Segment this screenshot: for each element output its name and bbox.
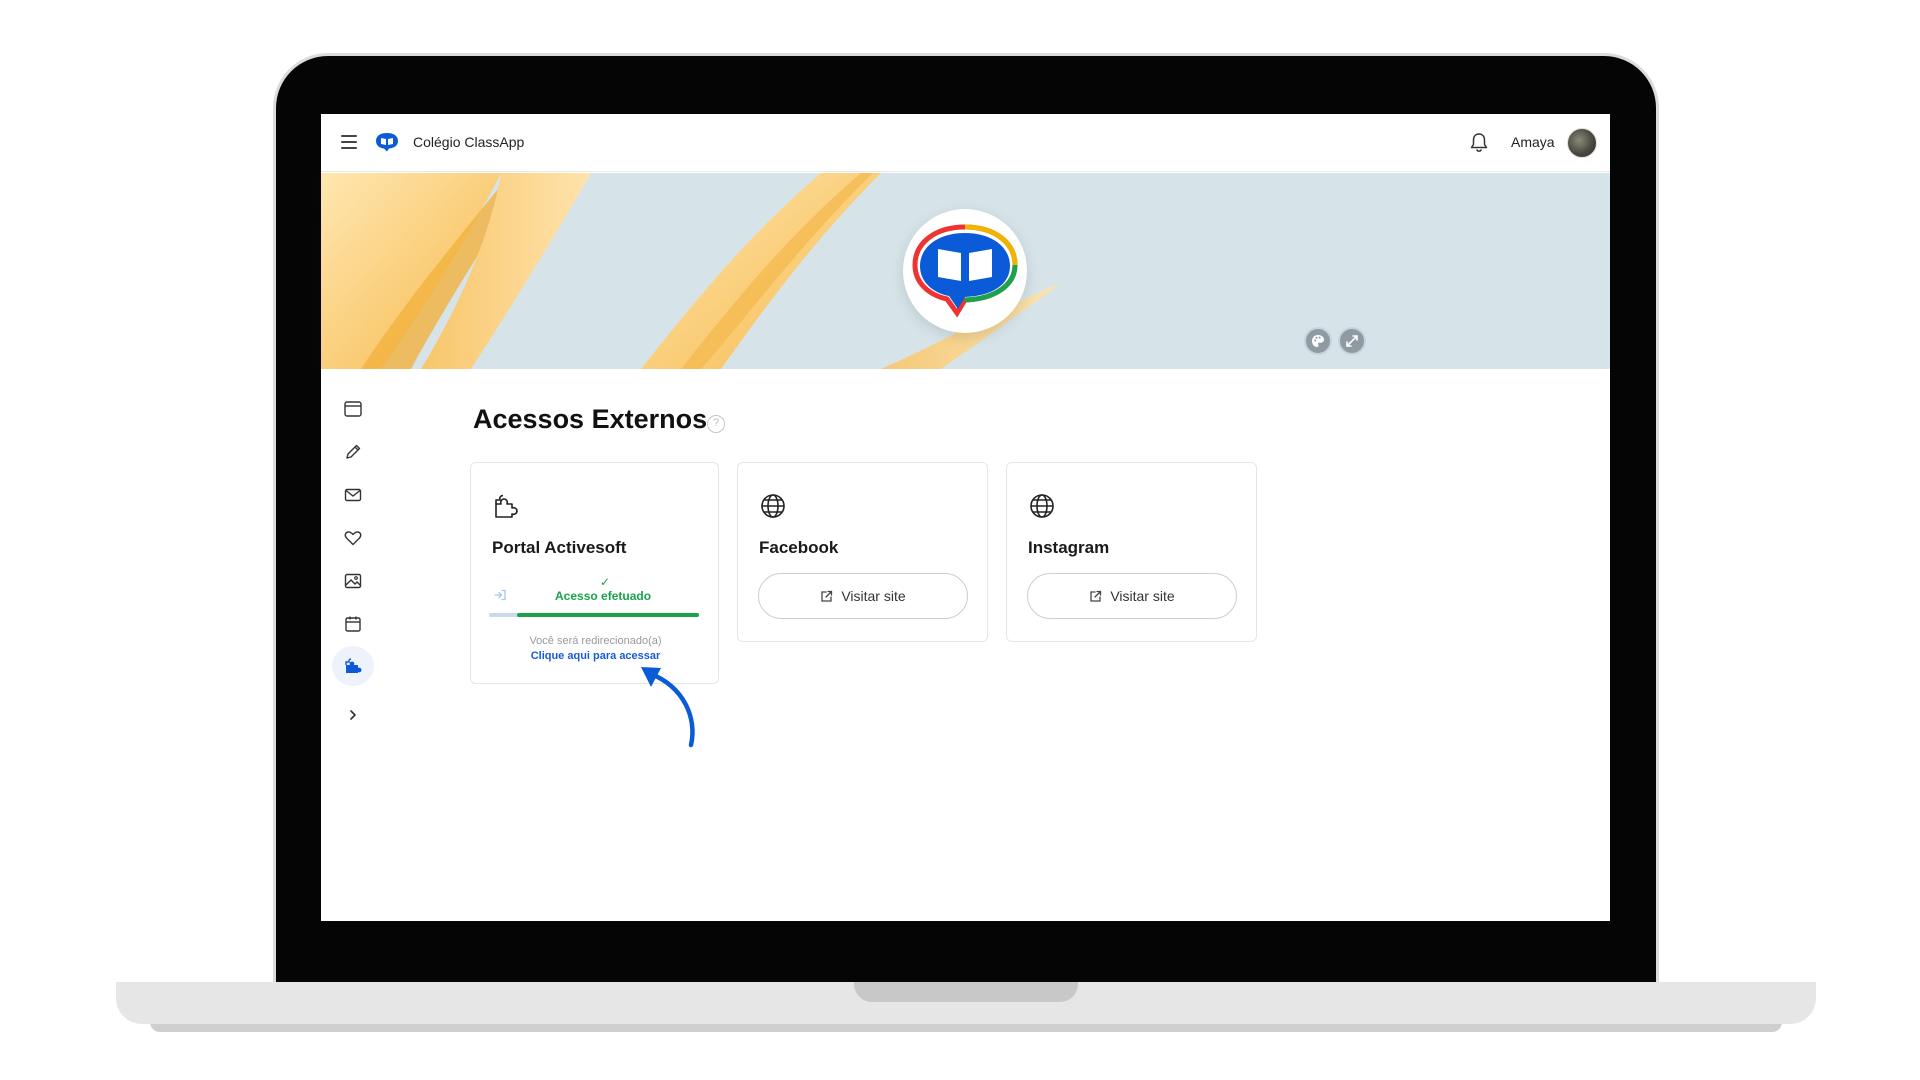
top-bar: Colégio ClassApp Amaya <box>321 114 1610 172</box>
user-name[interactable]: Amaya <box>1511 134 1555 150</box>
browser-window-icon <box>344 401 362 417</box>
cover-banner <box>321 173 1610 369</box>
page-title: Acessos Externos <box>473 404 708 434</box>
calendar-icon <box>345 616 361 632</box>
chevron-right-icon <box>350 710 356 720</box>
card-facebook: Facebook Visitar site <box>737 462 988 642</box>
sidebar-item-image[interactable] <box>332 561 374 601</box>
palette-button[interactable] <box>1304 327 1332 355</box>
card-instagram: Instagram Visitar site <box>1006 462 1257 642</box>
card-title: Facebook <box>759 538 839 557</box>
puzzle-icon <box>345 658 362 673</box>
expand-button[interactable] <box>1338 327 1366 355</box>
expand-icon <box>1346 335 1358 347</box>
external-link-icon <box>821 590 833 602</box>
globe-icon <box>1030 494 1054 518</box>
login-icon <box>494 589 506 601</box>
palette-icon <box>1312 335 1324 347</box>
sidebar-item-browser[interactable] <box>332 389 374 429</box>
card-portal-activesoft[interactable]: Portal Activesoft ✓ Acesso efetuado Você… <box>470 462 719 684</box>
school-logo <box>903 209 1027 333</box>
school-logo-icon <box>912 224 1018 318</box>
check-icon: ✓ <box>600 575 611 589</box>
puzzle-icon <box>495 494 518 518</box>
avatar[interactable] <box>1567 128 1597 158</box>
progress-fill <box>517 613 699 617</box>
status-text: Acesso efetuado <box>555 589 652 603</box>
redirect-text: Você será redirecionado(a) <box>529 635 662 647</box>
visit-site-button[interactable]: Visitar site <box>1027 573 1237 619</box>
visit-site-label: Visitar site <box>841 588 906 604</box>
sidebar-item-external-access[interactable] <box>332 646 374 686</box>
mail-icon <box>344 488 362 502</box>
card-title: Instagram <box>1028 538 1110 557</box>
image-icon <box>344 573 362 589</box>
visit-site-button[interactable]: Visitar site <box>758 573 968 619</box>
heart-icon <box>344 531 362 546</box>
help-circle-icon[interactable]: ? <box>707 415 725 433</box>
classapp-logo-icon[interactable] <box>375 132 399 152</box>
bell-icon[interactable] <box>1469 132 1489 154</box>
external-link-icon <box>1090 590 1102 602</box>
sidebar-item-heart[interactable] <box>332 518 374 558</box>
app-screen: Colégio ClassApp Amaya Acessos Externos … <box>321 114 1610 921</box>
sidebar-item-pencil[interactable] <box>332 432 374 472</box>
sidebar <box>321 369 387 921</box>
sidebar-expand-button[interactable] <box>332 695 374 735</box>
annotation-arrow <box>641 667 695 748</box>
laptop-notch <box>854 982 1078 1002</box>
pencil-icon <box>346 444 361 459</box>
globe-icon <box>761 494 785 518</box>
sidebar-item-mail[interactable] <box>332 475 374 515</box>
menu-icon[interactable] <box>341 135 357 149</box>
school-name[interactable]: Colégio ClassApp <box>413 134 524 150</box>
progress-bar <box>489 613 699 617</box>
card-title: Portal Activesoft <box>492 538 627 557</box>
sidebar-item-calendar[interactable] <box>332 604 374 644</box>
visit-site-label: Visitar site <box>1110 588 1175 604</box>
